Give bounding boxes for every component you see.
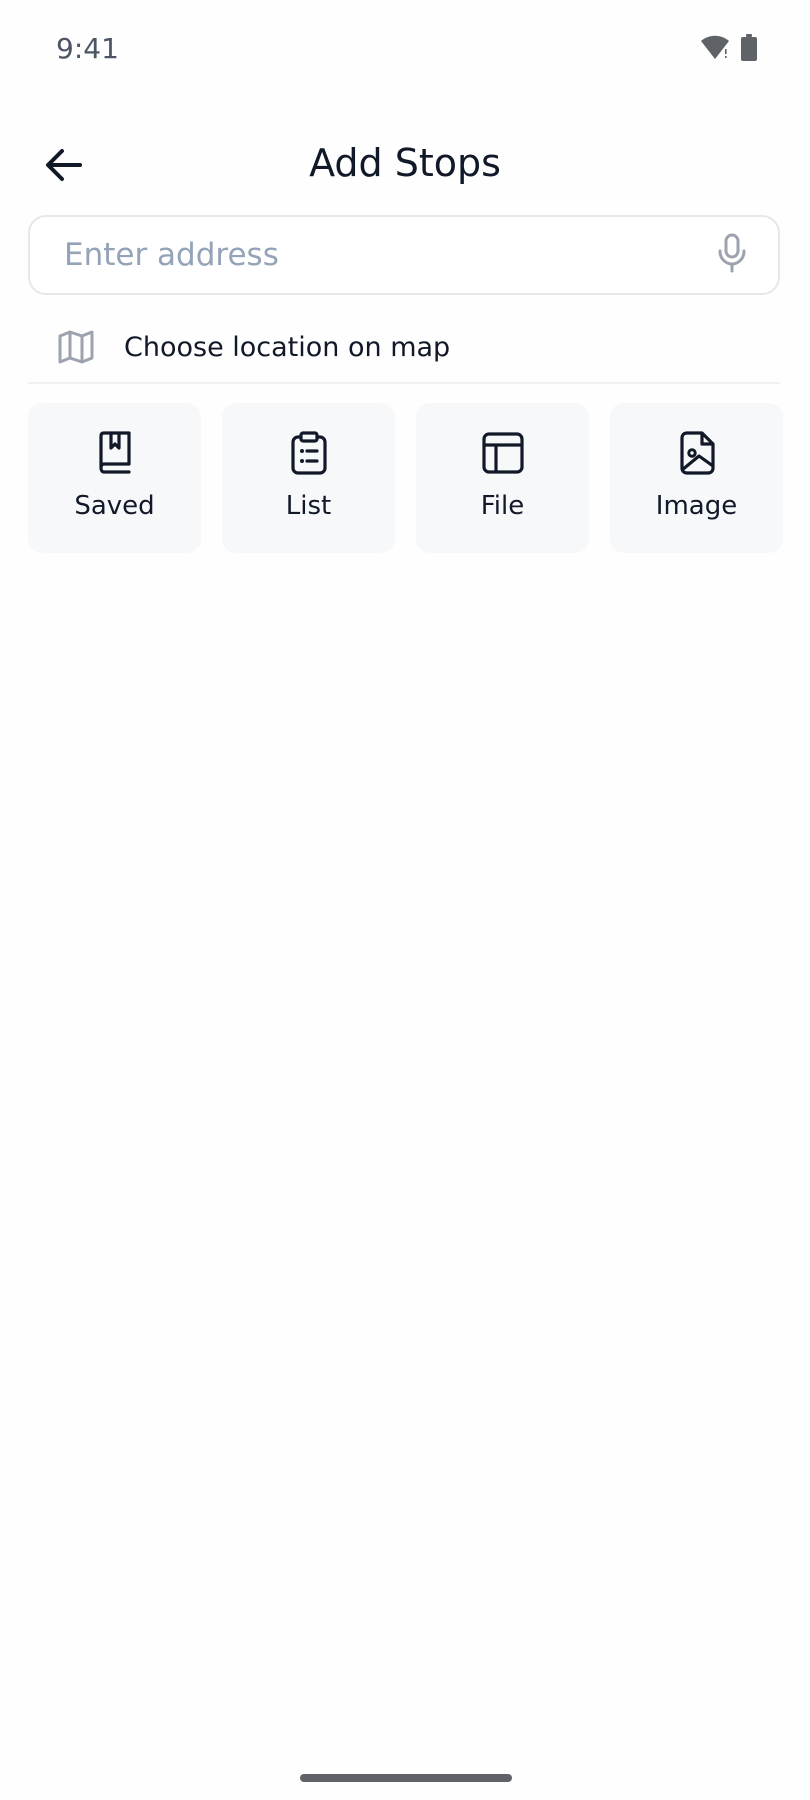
file-label: File bbox=[480, 491, 525, 521]
list-button[interactable]: List bbox=[222, 403, 395, 553]
saved-label: Saved bbox=[74, 491, 155, 521]
voice-input-button[interactable] bbox=[702, 225, 762, 285]
table-file-icon bbox=[479, 429, 527, 477]
choose-location-label: Choose location on map bbox=[124, 331, 451, 363]
battery-icon bbox=[740, 34, 758, 67]
microphone-icon bbox=[716, 233, 748, 278]
image-button[interactable]: Image bbox=[610, 403, 783, 553]
list-label: List bbox=[285, 491, 332, 521]
page-title: Add Stops bbox=[309, 141, 501, 185]
import-sources: Saved List File Image bbox=[28, 403, 784, 553]
saved-button[interactable]: Saved bbox=[28, 403, 201, 553]
image-file-icon bbox=[673, 429, 721, 477]
clipboard-list-icon bbox=[285, 429, 333, 477]
image-label: Image bbox=[655, 491, 738, 521]
home-indicator[interactable] bbox=[300, 1774, 512, 1782]
bookmark-book-icon bbox=[91, 429, 139, 477]
choose-location-on-map[interactable]: Choose location on map bbox=[28, 312, 780, 384]
file-button[interactable]: File bbox=[416, 403, 589, 553]
address-search-box bbox=[28, 215, 780, 295]
map-icon bbox=[56, 327, 96, 367]
status-time: 9:41 bbox=[56, 32, 119, 65]
address-input[interactable] bbox=[30, 236, 702, 274]
status-icons bbox=[700, 34, 758, 67]
header: Add Stops bbox=[0, 125, 810, 205]
status-bar: 9:41 bbox=[0, 0, 810, 100]
wifi-icon bbox=[700, 35, 730, 66]
